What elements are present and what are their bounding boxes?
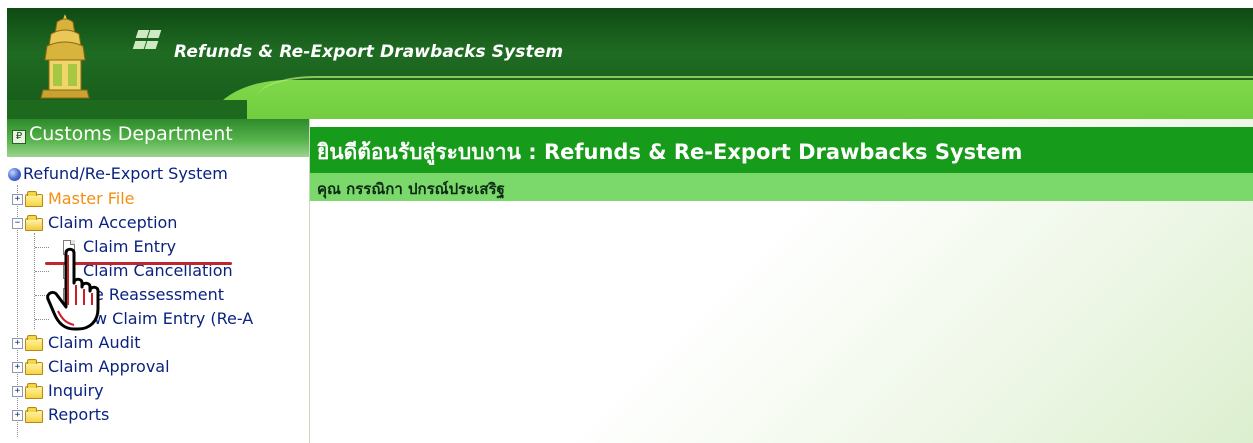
expand-icon[interactable]: + [12,410,23,421]
expand-icon[interactable]: + [12,386,23,397]
department-title: Customs Department [29,123,233,145]
hand-pointer-cursor-icon [46,247,100,331]
user-name: คุณ กรรณิกา ปกรณ์ประเสริฐ [317,180,505,198]
tree-item-claim-approval[interactable]: + Claim Approval [7,355,307,379]
open-folder-icon [25,215,43,231]
tree-item-claim-acception[interactable]: − Claim Acception [7,211,307,235]
header-swoosh-highlight [257,76,1253,98]
folder-icon [25,335,43,351]
sidebar: ₽ Customs Department Refund/Re-Export Sy… [7,119,310,443]
header-underband [7,100,247,119]
expand-icon[interactable]: + [12,338,23,349]
tree-item-label: Reports [48,405,110,424]
expand-icon[interactable]: + [12,194,23,205]
tree-item-label: Claim Acception [48,213,178,232]
tree-item-label: Claim Audit [48,333,141,352]
tree-item-claim-audit[interactable]: + Claim Audit [7,331,307,355]
tree-item-label: w Claim Entry (Re-A [94,309,254,328]
app-header: Refunds & Re-Export Drawbacks System [7,8,1253,119]
app-title: Refunds & Re-Export Drawbacks System [174,42,564,62]
tree-item-label: Claim Approval [48,357,170,376]
user-bar: คุณ กรรณิกา ปกรณ์ประเสริฐ [310,173,1253,201]
tree-item-inquiry[interactable]: + Inquiry [7,379,307,403]
pin-icon[interactable]: ₽ [12,130,26,144]
folder-icon [25,191,43,207]
welcome-title: ยินดีต้อนรับสู่ระบบงาน : Refunds & Re-Ex… [317,140,1023,164]
globe-icon [8,168,21,181]
tree-item-reports[interactable]: + Reports [7,403,307,427]
expand-icon[interactable]: + [12,362,23,373]
tree-item-master-file[interactable]: + Master File [7,187,307,211]
folder-icon [25,359,43,375]
welcome-bar: ยินดีต้อนรับสู่ระบบงาน : Refunds & Re-Ex… [310,127,1253,173]
folder-icon [25,383,43,399]
customs-emblem-icon [40,14,90,99]
department-bar: ₽ Customs Department [7,119,309,157]
folder-icon [25,407,43,423]
collapse-icon[interactable]: − [12,218,23,229]
app-grid-icon [132,29,162,51]
main-content: ยินดีต้อนรับสู่ระบบงาน : Refunds & Re-Ex… [310,119,1253,443]
tree-root-label: Refund/Re-Export System [23,164,228,183]
tree-item-label: Inquiry [48,381,104,400]
tree-item-label: Master File [48,189,135,208]
